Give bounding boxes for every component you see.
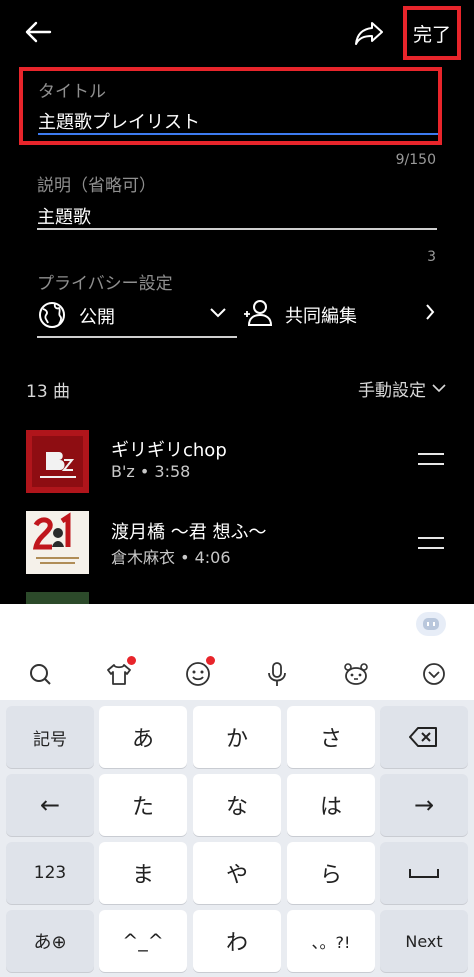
description-char-counter: 3 — [427, 249, 436, 265]
song-row[interactable]: ギリギリchop B'z • 3:58 — [0, 425, 474, 495]
key-a[interactable]: あ — [99, 706, 187, 768]
chevron-right-icon — [423, 304, 437, 320]
share-icon — [355, 22, 383, 45]
key-na[interactable]: な — [193, 774, 281, 836]
back-button[interactable] — [20, 14, 56, 50]
privacy-dropdown[interactable]: 公開 — [37, 295, 237, 339]
key-ta[interactable]: た — [99, 774, 187, 836]
song-thumbnail — [26, 511, 89, 574]
privacy-underline — [37, 336, 237, 338]
description-input[interactable]: 主題歌 — [37, 203, 91, 229]
key-next[interactable]: Next — [380, 910, 468, 972]
sort-dropdown[interactable]: 手動設定 — [358, 376, 446, 401]
title-field[interactable]: タイトル 主題歌プレイリスト — [19, 67, 442, 145]
privacy-label: プライバシー設定 — [37, 274, 173, 294]
song-title: 渡月橋 〜君 想ふ〜 — [111, 522, 267, 543]
key-punctuation[interactable]: 、。?! — [287, 910, 375, 972]
done-button[interactable]: 完了 — [403, 6, 461, 60]
description-underline — [37, 228, 437, 230]
space-key[interactable] — [380, 842, 468, 904]
microphone-icon[interactable] — [263, 660, 291, 688]
song-thumbnail — [26, 430, 89, 493]
key-wa[interactable]: わ — [193, 910, 281, 972]
key-left-arrow[interactable]: ← — [6, 774, 94, 836]
title-char-counter: 9/150 — [395, 152, 436, 168]
backspace-icon — [409, 727, 437, 747]
key-sa[interactable]: さ — [287, 706, 375, 768]
song-count: 13 曲 — [26, 382, 71, 402]
search-icon[interactable] — [26, 660, 54, 688]
share-button[interactable] — [350, 14, 388, 52]
sticker-icon[interactable] — [342, 660, 370, 688]
description-label: 説明（省略可） — [37, 176, 156, 196]
top-app-bar: 完了 — [0, 0, 474, 64]
add-person-icon — [243, 297, 273, 327]
collaborate-label: 共同編集 — [285, 306, 357, 327]
drag-handle-icon[interactable] — [418, 537, 444, 549]
privacy-value: 公開 — [79, 307, 115, 328]
song-title: ギリギリchop — [111, 440, 227, 461]
song-row[interactable]: 渡月橋 〜君 想ふ〜 倉木麻衣 • 4:06 — [0, 508, 474, 578]
key-ha[interactable]: は — [287, 774, 375, 836]
key-numbers[interactable]: 123 — [6, 842, 94, 904]
back-arrow-icon — [25, 21, 52, 43]
song-thumbnail — [26, 592, 89, 604]
key-ya[interactable]: や — [193, 842, 281, 904]
song-artist-duration: B'z • 3:58 — [111, 462, 191, 481]
sort-label: 手動設定 — [358, 381, 426, 401]
title-label: タイトル — [38, 82, 106, 102]
key-symbols[interactable]: 記号 — [6, 706, 94, 768]
key-input-mode[interactable]: あ⊕ — [6, 910, 94, 972]
collaborate-button[interactable]: 共同編集 — [243, 295, 443, 331]
key-ka[interactable]: か — [193, 706, 281, 768]
song-artist-duration: 倉木麻衣 • 4:06 — [111, 548, 231, 567]
title-input[interactable]: 主題歌プレイリスト — [38, 108, 200, 134]
chevron-down-icon — [432, 384, 446, 393]
assistant-icon[interactable] — [416, 612, 446, 636]
key-right-arrow[interactable]: → — [380, 774, 468, 836]
notification-dot — [127, 656, 136, 665]
space-icon — [409, 869, 439, 878]
backspace-key[interactable] — [380, 706, 468, 768]
key-ma[interactable]: ま — [99, 842, 187, 904]
collapse-keyboard-icon[interactable] — [420, 660, 448, 688]
notification-dot — [206, 656, 215, 665]
key-ra[interactable]: ら — [287, 842, 375, 904]
globe-icon — [37, 300, 67, 330]
title-underline — [38, 133, 438, 135]
key-emoticon[interactable]: ^_^ — [99, 910, 187, 972]
keyboard-toolbar — [0, 604, 474, 700]
drag-handle-icon[interactable] — [418, 453, 444, 465]
chevron-down-icon — [209, 306, 227, 320]
